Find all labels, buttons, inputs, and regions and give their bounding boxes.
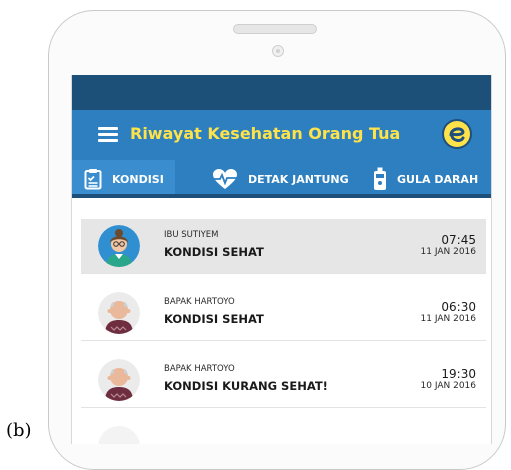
tab-label: DETAK JANTUNG	[248, 172, 349, 186]
tab-kondisi[interactable]: KONDISI	[72, 160, 175, 198]
man-avatar	[98, 359, 140, 401]
entry-date: 10 JAN 2016	[420, 381, 476, 391]
phone-speaker	[233, 24, 317, 34]
clipboard-icon	[84, 168, 102, 190]
tab-bar: KONDISI DETAK JANTUNG GULA DARAH	[72, 160, 491, 198]
list-item[interactable]: IBU SUTIYEM KONDISI SEHAT 07:45 11 JAN 2…	[81, 219, 486, 274]
condition-status: KONDISI SEHAT	[164, 245, 264, 259]
entry-date: 11 JAN 2016	[420, 247, 476, 257]
app-bar: Riwayat Kesehatan Orang Tua	[72, 110, 491, 160]
app-title: Riwayat Kesehatan Orang Tua	[130, 124, 401, 143]
tab-detak-jantung[interactable]: DETAK JANTUNG	[212, 160, 349, 198]
glucose-meter-icon	[373, 167, 387, 191]
phone-camera	[272, 45, 284, 57]
man-avatar	[98, 292, 140, 334]
status-bar	[72, 75, 491, 110]
entry-time: 06:30	[441, 300, 476, 314]
woman-avatar	[98, 225, 140, 267]
list-item[interactable]	[81, 420, 486, 444]
tab-label: KONDISI	[112, 172, 164, 186]
entry-time: 07:45	[441, 233, 476, 247]
entry-time: 19:30	[441, 367, 476, 381]
patient-name: BAPAK HARTOYO	[164, 297, 235, 307]
patient-name: BAPAK HARTOYO	[164, 364, 235, 374]
entry-date: 11 JAN 2016	[420, 314, 476, 324]
hamburger-menu-icon[interactable]	[98, 127, 118, 142]
tab-label: GULA DARAH	[397, 172, 479, 186]
heartbeat-icon	[212, 168, 238, 190]
patient-name: IBU SUTIYEM	[164, 230, 219, 240]
figure-caption: (b)	[6, 420, 32, 441]
list-item[interactable]: BAPAK HARTOYO KONDISI KURANG SEHAT! 19:3…	[81, 353, 486, 408]
condition-status: KONDISI SEHAT	[164, 312, 264, 326]
avatar	[98, 426, 140, 444]
list-item[interactable]: BAPAK HARTOYO KONDISI SEHAT 06:30 11 JAN…	[81, 286, 486, 341]
tab-gula-darah[interactable]: GULA DARAH	[373, 160, 478, 198]
app-logo-icon[interactable]	[442, 119, 472, 149]
phone-screen: Riwayat Kesehatan Orang Tua KONDISI DETA…	[71, 75, 492, 444]
condition-status: KONDISI KURANG SEHAT!	[164, 379, 328, 393]
tab-divider	[72, 194, 491, 198]
